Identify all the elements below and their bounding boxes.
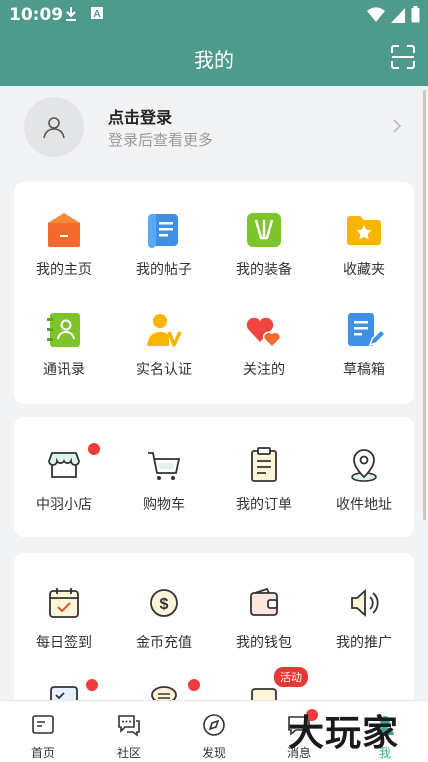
grid-item-label: 收藏夹 xyxy=(343,262,385,278)
grid-item-wallet[interactable]: 我的钱包 xyxy=(214,583,314,652)
contacts-icon xyxy=(47,313,80,347)
grid-item-orders[interactable]: 我的订单 xyxy=(214,445,314,514)
notification-dot xyxy=(188,679,200,691)
grid-item-partial-1[interactable] xyxy=(14,679,114,700)
grid-item-coin-recharge[interactable]: $ 金币充值 xyxy=(114,583,214,652)
tab-label: 首页 xyxy=(30,746,55,760)
grid-item-daily-checkin[interactable]: 每日签到 xyxy=(14,583,114,652)
verify-icon xyxy=(147,314,182,347)
coin-icon: $ xyxy=(150,589,178,617)
grid-item-label: 购物车 xyxy=(143,497,185,513)
coins-stack-icon xyxy=(151,686,177,700)
grid-item-contacts[interactable]: 通讯录 xyxy=(14,310,114,379)
cart-icon xyxy=(148,452,181,480)
checklist-icon xyxy=(50,686,78,700)
svg-text:A: A xyxy=(93,9,100,20)
grid-item-label: 中羽小店 xyxy=(36,497,92,513)
shop-icon xyxy=(48,452,80,478)
profile-functions-card: 我的主页 我的帖子 我的装备 收藏夹 通讯录 实名认证 关注的 草稿箱 xyxy=(14,182,414,404)
order-icon xyxy=(251,447,277,482)
svg-text:$: $ xyxy=(160,596,169,613)
grid-item-favorites[interactable]: 收藏夹 xyxy=(314,210,414,279)
watermark-text: 大玩家 xyxy=(288,713,400,754)
grid-item-label: 我的主页 xyxy=(36,262,92,278)
content-area[interactable]: 点击登录 登录后查看更多 我的主页 我的帖子 我的装备 收藏夹 通讯录 实名认证 xyxy=(0,86,428,700)
grid-item-my-equipment[interactable]: 我的装备 xyxy=(214,210,314,279)
user-icon xyxy=(43,117,65,139)
grid-item-real-name-verify[interactable]: 实名认证 xyxy=(114,310,214,379)
grid-item-label: 通讯录 xyxy=(43,362,85,378)
wifi-icon xyxy=(367,6,385,22)
grid-item-address[interactable]: 收件地址 xyxy=(314,445,414,514)
notification-dot xyxy=(88,443,100,455)
shop-card: 中羽小店 购物车 我的订单 收件地址 xyxy=(14,417,414,537)
login-row[interactable]: 点击登录 登录后查看更多 xyxy=(0,86,428,170)
scan-icon xyxy=(391,45,415,69)
racket-icon xyxy=(247,213,281,247)
post-icon xyxy=(148,214,178,248)
folder-star-icon xyxy=(347,216,381,245)
login-subtitle: 登录后查看更多 xyxy=(108,131,214,149)
grid-item-label: 实名认证 xyxy=(136,362,192,378)
grid-item-my-homepage[interactable]: 我的主页 xyxy=(14,210,114,279)
tab-home[interactable]: 首页 xyxy=(0,701,86,762)
tab-label: 发现 xyxy=(201,746,226,760)
scan-button[interactable] xyxy=(390,44,416,74)
compass-icon xyxy=(203,714,225,736)
signal-icon xyxy=(391,7,405,23)
tab-community[interactable]: 社区 xyxy=(86,701,172,762)
notification-dot xyxy=(86,679,98,691)
grid-item-following[interactable]: 关注的 xyxy=(214,310,314,379)
grid-item-partial-3[interactable]: 活动 xyxy=(214,667,314,700)
community-icon xyxy=(118,715,140,737)
draft-icon xyxy=(348,313,387,347)
tab-label: 社区 xyxy=(116,746,141,760)
login-title[interactable]: 点击登录 xyxy=(108,104,172,128)
tab-discover[interactable]: 发现 xyxy=(171,701,257,762)
services-card: 每日签到 $ 金币充值 我的钱包 我的推广 活动 xyxy=(14,553,414,700)
download-icon xyxy=(66,7,76,21)
grid-item-label: 我的帖子 xyxy=(136,262,192,278)
grid-item-label: 我的推广 xyxy=(336,635,392,651)
grid-item-label: 每日签到 xyxy=(36,635,92,651)
grid-item-my-posts[interactable]: 我的帖子 xyxy=(114,210,214,279)
activity-badge: 活动 xyxy=(274,667,308,687)
grid-item-label: 草稿箱 xyxy=(343,362,385,378)
header: 我的 xyxy=(0,30,428,86)
hearts-icon xyxy=(246,317,282,349)
avatar[interactable] xyxy=(24,97,84,157)
scrollbar[interactable] xyxy=(423,90,426,520)
grid-item-drafts[interactable]: 草稿箱 xyxy=(314,310,414,379)
grid-item-label: 我的钱包 xyxy=(236,635,292,651)
grid-item-shop[interactable]: 中羽小店 xyxy=(14,443,114,514)
grid-item-label: 关注的 xyxy=(243,362,285,378)
status-time: 10:09 xyxy=(9,5,64,25)
calendar-check-icon xyxy=(49,588,79,618)
grid-item-promotion[interactable]: 我的推广 xyxy=(314,583,414,652)
chevron-right-icon xyxy=(393,119,402,133)
grid-item-cart[interactable]: 购物车 xyxy=(114,445,214,514)
page-title: 我的 xyxy=(194,48,234,72)
location-icon xyxy=(351,449,377,482)
grid-item-partial-2[interactable] xyxy=(114,679,214,700)
grid-item-label: 收件地址 xyxy=(336,497,392,513)
grid-item-label: 我的装备 xyxy=(236,262,292,278)
status-bar: 10:09 A xyxy=(0,0,428,30)
wallet-icon xyxy=(250,587,278,616)
grid-item-label: 金币充值 xyxy=(136,635,192,651)
home-icon xyxy=(48,213,80,247)
speaker-icon xyxy=(351,589,379,617)
home-tab-icon xyxy=(32,715,54,734)
grid-item-label: 我的订单 xyxy=(236,497,292,513)
battery-icon xyxy=(411,6,420,23)
a-icon: A xyxy=(91,7,103,20)
